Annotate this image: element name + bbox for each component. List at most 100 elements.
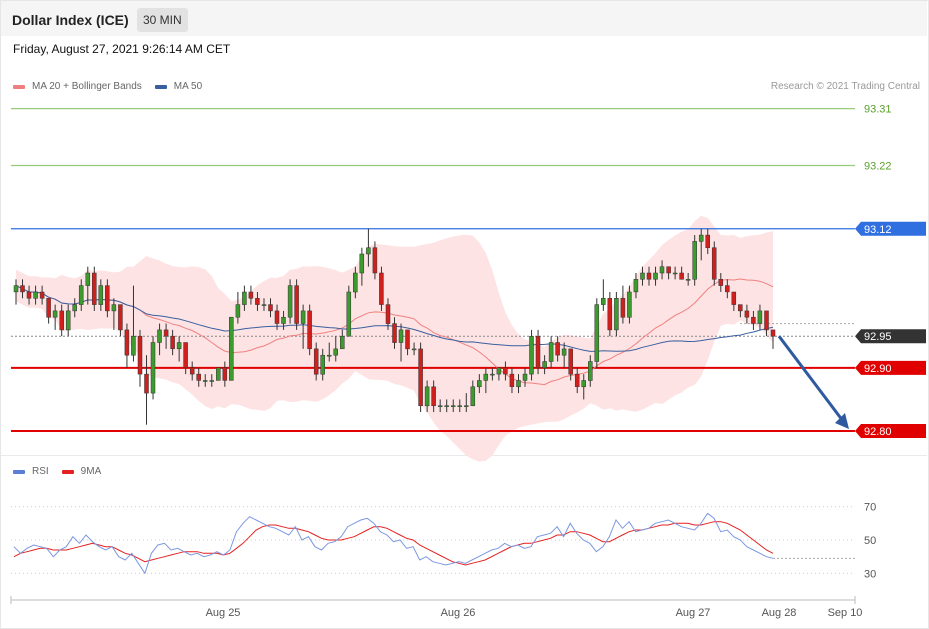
candle-body xyxy=(92,272,97,305)
candle-body xyxy=(131,335,136,356)
candle xyxy=(137,329,143,387)
candle-body xyxy=(326,354,332,357)
candle-body xyxy=(20,285,25,293)
x-tick-label: Aug 26 xyxy=(441,607,476,619)
candle-body xyxy=(124,329,130,356)
candle-body xyxy=(411,348,417,351)
candle-body xyxy=(757,310,763,324)
rsi-tick-50: 50 xyxy=(864,535,876,547)
level-label-4: 92.90 xyxy=(864,363,892,375)
candle xyxy=(346,285,352,337)
candle-body xyxy=(307,310,312,350)
candle-body xyxy=(118,304,123,331)
candle-body xyxy=(601,298,606,305)
candle-body xyxy=(216,367,221,381)
candle xyxy=(294,279,299,330)
candle xyxy=(529,329,534,381)
candle-body xyxy=(52,310,58,318)
candle xyxy=(92,266,97,311)
candle-body xyxy=(268,304,273,312)
candle-body xyxy=(548,342,554,362)
candle-body xyxy=(281,316,286,324)
candle-body xyxy=(509,373,515,387)
candle-body xyxy=(490,373,495,376)
candle-body xyxy=(725,285,730,293)
candle-body xyxy=(698,234,704,242)
level-labels: 93.31 93.22 93.12 92.95 92.90 92.80 xyxy=(855,104,926,439)
candle-body xyxy=(261,304,267,306)
candle-body xyxy=(692,241,697,280)
candle-body xyxy=(176,342,182,350)
candle-body xyxy=(163,329,169,337)
candle-body xyxy=(470,386,476,407)
candle-body xyxy=(633,279,639,293)
candle-body xyxy=(666,266,671,274)
candle-body xyxy=(744,310,750,318)
candle-body xyxy=(620,298,626,318)
candle-body xyxy=(157,329,162,343)
candle-body xyxy=(255,298,260,305)
candle-body xyxy=(764,310,769,331)
candle-body xyxy=(300,310,306,324)
candle-body xyxy=(372,247,378,274)
candle-body xyxy=(614,298,619,331)
candle-body xyxy=(144,373,149,394)
x-tick-label: Aug 28 xyxy=(762,607,797,619)
rsi-ma-line xyxy=(13,521,774,566)
candle-body xyxy=(444,405,449,407)
candle-body xyxy=(379,272,384,305)
candle-body xyxy=(457,405,462,407)
candle-body xyxy=(170,335,175,350)
candle-body xyxy=(287,285,293,318)
rsi-panel: 70 50 30 xyxy=(11,502,876,580)
candle-body xyxy=(313,348,319,375)
candle-body xyxy=(679,272,684,280)
candle xyxy=(601,279,606,311)
candle-body xyxy=(418,348,423,407)
candle-body xyxy=(235,304,241,318)
candle-body xyxy=(229,316,234,381)
candle-body xyxy=(496,367,502,375)
candle-body xyxy=(333,348,338,356)
forecast-arrow-shaft xyxy=(777,335,845,422)
candle-body xyxy=(340,335,345,350)
candle-body xyxy=(672,272,678,275)
candle-body xyxy=(555,342,560,356)
candle-body xyxy=(39,291,45,299)
candle-body xyxy=(13,285,19,293)
x-tick-label: Sep 10 xyxy=(828,607,863,619)
level-label-3: 92.95 xyxy=(864,331,892,343)
candle xyxy=(692,235,697,286)
candle-body xyxy=(78,285,84,305)
candle xyxy=(307,304,312,356)
candle-body xyxy=(65,310,71,331)
candle-body xyxy=(150,342,156,394)
candle-body xyxy=(405,329,410,350)
candle-body xyxy=(59,310,64,331)
candle-body xyxy=(353,272,358,293)
candle-body xyxy=(424,386,430,407)
candle-body xyxy=(196,373,201,381)
candle xyxy=(711,241,717,286)
candle-body xyxy=(137,335,143,375)
candle-body xyxy=(46,298,51,318)
candle-body xyxy=(274,310,280,324)
x-tick-label: Aug 25 xyxy=(206,607,241,619)
candle-body xyxy=(477,380,482,388)
price-chart: 93.31 93.22 93.12 92.95 92.90 92.80 70 50 30 Au… xyxy=(10,104,926,619)
candle-body xyxy=(653,272,658,280)
candle xyxy=(418,342,423,413)
candle-body xyxy=(294,285,299,324)
candle xyxy=(379,266,384,311)
candle-body xyxy=(346,291,352,337)
candle-body xyxy=(464,405,469,407)
level-label-1: 93.22 xyxy=(864,161,892,173)
candle xyxy=(535,329,541,375)
candle-body xyxy=(581,380,586,388)
forecast-arrow xyxy=(777,335,849,430)
candle-body xyxy=(561,348,567,356)
candle-body xyxy=(588,361,593,381)
candle-body xyxy=(718,279,724,286)
candle-body xyxy=(529,335,534,375)
candle-body xyxy=(685,279,691,281)
